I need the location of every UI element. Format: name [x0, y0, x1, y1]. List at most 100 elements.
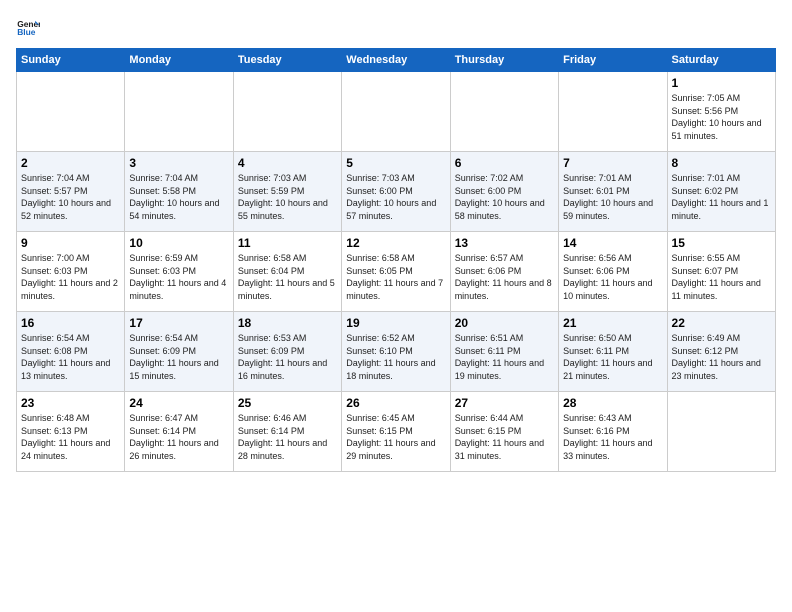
day-info: Sunrise: 7:04 AMSunset: 5:57 PMDaylight:…	[21, 172, 120, 222]
calendar-cell: 6 Sunrise: 7:02 AMSunset: 6:00 PMDaylight…	[450, 152, 558, 232]
day-number: 6	[455, 156, 554, 170]
calendar-cell: 15 Sunrise: 6:55 AMSunset: 6:07 PMDayligh…	[667, 232, 775, 312]
logo-icon: General Blue	[16, 16, 40, 40]
calendar-cell	[233, 72, 341, 152]
calendar-cell: 1 Sunrise: 7:05 AMSunset: 5:56 PMDaylight…	[667, 72, 775, 152]
day-info: Sunrise: 6:59 AMSunset: 6:03 PMDaylight:…	[129, 252, 228, 302]
header-saturday: Saturday	[667, 49, 775, 72]
day-info: Sunrise: 7:02 AMSunset: 6:00 PMDaylight:…	[455, 172, 554, 222]
day-info: Sunrise: 7:04 AMSunset: 5:58 PMDaylight:…	[129, 172, 228, 222]
calendar-header: SundayMondayTuesdayWednesdayThursdayFrid…	[17, 49, 776, 72]
day-info: Sunrise: 6:55 AMSunset: 6:07 PMDaylight:…	[672, 252, 771, 302]
calendar-cell: 16 Sunrise: 6:54 AMSunset: 6:08 PMDayligh…	[17, 312, 125, 392]
day-number: 27	[455, 396, 554, 410]
day-number: 17	[129, 316, 228, 330]
calendar-cell: 11Sunrise: 6:58 AMSunset: 6:04 PMDayligh…	[233, 232, 341, 312]
day-info: Sunrise: 6:50 AMSunset: 6:11 PMDaylight:…	[563, 332, 662, 382]
calendar-cell: 8 Sunrise: 7:01 AMSunset: 6:02 PMDaylight…	[667, 152, 775, 232]
day-info: Sunrise: 6:57 AMSunset: 6:06 PMDaylight:…	[455, 252, 554, 302]
day-number: 3	[129, 156, 228, 170]
header-sunday: Sunday	[17, 49, 125, 72]
page-header: General Blue	[16, 16, 776, 40]
header-tuesday: Tuesday	[233, 49, 341, 72]
calendar-cell	[667, 392, 775, 472]
calendar-cell: 19 Sunrise: 6:52 AMSunset: 6:10 PMDayligh…	[342, 312, 450, 392]
calendar-cell: 7 Sunrise: 7:01 AMSunset: 6:01 PMDaylight…	[559, 152, 667, 232]
day-number: 9	[21, 236, 120, 250]
calendar-cell: 5 Sunrise: 7:03 AMSunset: 6:00 PMDaylight…	[342, 152, 450, 232]
header-thursday: Thursday	[450, 49, 558, 72]
calendar-cell: 27Sunrise: 6:44 AMSunset: 6:15 PMDayligh…	[450, 392, 558, 472]
calendar-cell: 26 Sunrise: 6:45 AMSunset: 6:15 PMDayligh…	[342, 392, 450, 472]
day-number: 4	[238, 156, 337, 170]
day-number: 19	[346, 316, 445, 330]
logo: General Blue	[16, 16, 44, 40]
day-number: 12	[346, 236, 445, 250]
day-info: Sunrise: 6:56 AMSunset: 6:06 PMDaylight:…	[563, 252, 662, 302]
svg-text:Blue: Blue	[17, 27, 36, 37]
day-number: 20	[455, 316, 554, 330]
day-info: Sunrise: 6:48 AMSunset: 6:13 PMDaylight:…	[21, 412, 120, 462]
day-number: 16	[21, 316, 120, 330]
calendar-cell	[450, 72, 558, 152]
day-info: Sunrise: 6:58 AMSunset: 6:05 PMDaylight:…	[346, 252, 445, 302]
calendar-cell: 22 Sunrise: 6:49 AMSunset: 6:12 PMDayligh…	[667, 312, 775, 392]
day-number: 18	[238, 316, 337, 330]
day-info: Sunrise: 6:43 AMSunset: 6:16 PMDaylight:…	[563, 412, 662, 462]
day-number: 11	[238, 236, 337, 250]
calendar-cell: 10 Sunrise: 6:59 AMSunset: 6:03 PMDayligh…	[125, 232, 233, 312]
day-number: 1	[672, 76, 771, 90]
day-number: 2	[21, 156, 120, 170]
day-info: Sunrise: 6:51 AMSunset: 6:11 PMDaylight:…	[455, 332, 554, 382]
calendar-table: SundayMondayTuesdayWednesdayThursdayFrid…	[16, 48, 776, 472]
day-info: Sunrise: 6:47 AMSunset: 6:14 PMDaylight:…	[129, 412, 228, 462]
day-info: Sunrise: 6:54 AMSunset: 6:09 PMDaylight:…	[129, 332, 228, 382]
header-friday: Friday	[559, 49, 667, 72]
day-number: 15	[672, 236, 771, 250]
calendar-cell: 12 Sunrise: 6:58 AMSunset: 6:05 PMDayligh…	[342, 232, 450, 312]
day-info: Sunrise: 7:01 AMSunset: 6:01 PMDaylight:…	[563, 172, 662, 222]
calendar-cell: 24 Sunrise: 6:47 AMSunset: 6:14 PMDayligh…	[125, 392, 233, 472]
day-number: 8	[672, 156, 771, 170]
header-wednesday: Wednesday	[342, 49, 450, 72]
day-info: Sunrise: 7:03 AMSunset: 5:59 PMDaylight:…	[238, 172, 337, 222]
day-info: Sunrise: 7:01 AMSunset: 6:02 PMDaylight:…	[672, 172, 771, 222]
day-info: Sunrise: 6:53 AMSunset: 6:09 PMDaylight:…	[238, 332, 337, 382]
day-number: 7	[563, 156, 662, 170]
calendar-cell: 9 Sunrise: 7:00 AMSunset: 6:03 PMDaylight…	[17, 232, 125, 312]
day-info: Sunrise: 6:46 AMSunset: 6:14 PMDaylight:…	[238, 412, 337, 462]
calendar-cell: 3 Sunrise: 7:04 AMSunset: 5:58 PMDaylight…	[125, 152, 233, 232]
day-number: 25	[238, 396, 337, 410]
calendar-cell: 21 Sunrise: 6:50 AMSunset: 6:11 PMDayligh…	[559, 312, 667, 392]
calendar-cell	[17, 72, 125, 152]
day-info: Sunrise: 7:05 AMSunset: 5:56 PMDaylight:…	[672, 92, 771, 142]
day-info: Sunrise: 7:03 AMSunset: 6:00 PMDaylight:…	[346, 172, 445, 222]
day-info: Sunrise: 6:52 AMSunset: 6:10 PMDaylight:…	[346, 332, 445, 382]
day-number: 22	[672, 316, 771, 330]
calendar-cell: 13 Sunrise: 6:57 AMSunset: 6:06 PMDayligh…	[450, 232, 558, 312]
calendar-cell: 2 Sunrise: 7:04 AMSunset: 5:57 PMDaylight…	[17, 152, 125, 232]
calendar-cell: 4 Sunrise: 7:03 AMSunset: 5:59 PMDaylight…	[233, 152, 341, 232]
calendar-cell: 17 Sunrise: 6:54 AMSunset: 6:09 PMDayligh…	[125, 312, 233, 392]
day-number: 24	[129, 396, 228, 410]
day-info: Sunrise: 7:00 AMSunset: 6:03 PMDaylight:…	[21, 252, 120, 302]
day-number: 5	[346, 156, 445, 170]
day-number: 10	[129, 236, 228, 250]
calendar-cell: 23 Sunrise: 6:48 AMSunset: 6:13 PMDayligh…	[17, 392, 125, 472]
day-number: 26	[346, 396, 445, 410]
day-number: 14	[563, 236, 662, 250]
day-number: 23	[21, 396, 120, 410]
calendar-cell: 18 Sunrise: 6:53 AMSunset: 6:09 PMDayligh…	[233, 312, 341, 392]
calendar-cell	[342, 72, 450, 152]
calendar-cell: 25 Sunrise: 6:46 AMSunset: 6:14 PMDayligh…	[233, 392, 341, 472]
header-monday: Monday	[125, 49, 233, 72]
day-number: 28	[563, 396, 662, 410]
day-info: Sunrise: 6:54 AMSunset: 6:08 PMDaylight:…	[21, 332, 120, 382]
day-number: 13	[455, 236, 554, 250]
day-info: Sunrise: 6:45 AMSunset: 6:15 PMDaylight:…	[346, 412, 445, 462]
calendar-cell: 20 Sunrise: 6:51 AMSunset: 6:11 PMDayligh…	[450, 312, 558, 392]
calendar-cell: 14 Sunrise: 6:56 AMSunset: 6:06 PMDayligh…	[559, 232, 667, 312]
day-info: Sunrise: 6:49 AMSunset: 6:12 PMDaylight:…	[672, 332, 771, 382]
day-number: 21	[563, 316, 662, 330]
calendar-cell	[125, 72, 233, 152]
